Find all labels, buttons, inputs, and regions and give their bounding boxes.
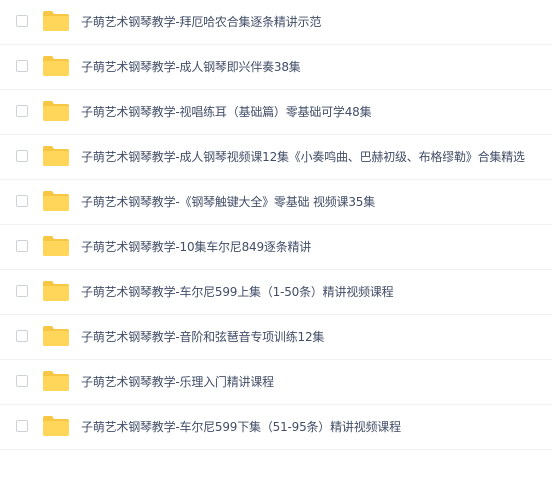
file-row[interactable]: 子萌艺术钢琴教学-10集车尔尼849逐条精讲	[0, 225, 552, 270]
file-name[interactable]: 子萌艺术钢琴教学-乐理入门精讲课程	[81, 360, 274, 404]
file-row[interactable]: 子萌艺术钢琴教学-拜厄哈农合集逐条精讲示范	[0, 0, 552, 45]
file-row[interactable]: 子萌艺术钢琴教学-成人钢琴视频课12集《小奏鸣曲、巴赫初级、布格缪勒》合集精选	[0, 135, 552, 180]
folder-icon	[43, 236, 69, 256]
row-checkbox[interactable]	[16, 285, 28, 297]
row-checkbox[interactable]	[16, 60, 28, 72]
file-name[interactable]: 子萌艺术钢琴教学-10集车尔尼849逐条精讲	[81, 225, 311, 269]
file-row[interactable]: 子萌艺术钢琴教学-成人钢琴即兴伴奏38集	[0, 45, 552, 90]
file-name[interactable]: 子萌艺术钢琴教学-车尔尼599下集（51-95条）精讲视频课程	[81, 405, 401, 449]
file-name[interactable]: 子萌艺术钢琴教学-拜厄哈农合集逐条精讲示范	[81, 0, 321, 44]
row-checkbox[interactable]	[16, 330, 28, 342]
folder-icon	[43, 191, 69, 211]
file-row[interactable]: 子萌艺术钢琴教学-视唱练耳（基础篇）零基础可学48集	[0, 90, 552, 135]
file-name[interactable]: 子萌艺术钢琴教学-音阶和弦琶音专项训练12集	[81, 315, 324, 359]
row-checkbox[interactable]	[16, 15, 28, 27]
file-name[interactable]: 子萌艺术钢琴教学-车尔尼599上集（1-50条）精讲视频课程	[81, 270, 394, 314]
row-checkbox[interactable]	[16, 240, 28, 252]
folder-icon	[43, 416, 69, 436]
folder-icon	[43, 101, 69, 121]
file-name[interactable]: 子萌艺术钢琴教学-视唱练耳（基础篇）零基础可学48集	[81, 90, 372, 134]
folder-icon	[43, 146, 69, 166]
row-checkbox[interactable]	[16, 375, 28, 387]
file-row[interactable]: 子萌艺术钢琴教学-乐理入门精讲课程	[0, 360, 552, 405]
folder-icon	[43, 56, 69, 76]
row-checkbox[interactable]	[16, 420, 28, 432]
folder-icon	[43, 326, 69, 346]
file-row[interactable]: 子萌艺术钢琴教学-《钢琴触键大全》零基础 视频课35集	[0, 180, 552, 225]
folder-icon	[43, 281, 69, 301]
folder-icon	[43, 371, 69, 391]
row-checkbox[interactable]	[16, 150, 28, 162]
file-list: 子萌艺术钢琴教学-拜厄哈农合集逐条精讲示范 子萌艺术钢琴教学-成人钢琴即兴伴奏3…	[0, 0, 552, 450]
folder-icon	[43, 11, 69, 31]
row-checkbox[interactable]	[16, 195, 28, 207]
file-name[interactable]: 子萌艺术钢琴教学-成人钢琴视频课12集《小奏鸣曲、巴赫初级、布格缪勒》合集精选	[81, 135, 525, 179]
row-checkbox[interactable]	[16, 105, 28, 117]
file-row[interactable]: 子萌艺术钢琴教学-车尔尼599下集（51-95条）精讲视频课程	[0, 405, 552, 450]
file-row[interactable]: 子萌艺术钢琴教学-音阶和弦琶音专项训练12集	[0, 315, 552, 360]
file-name[interactable]: 子萌艺术钢琴教学-《钢琴触键大全》零基础 视频课35集	[81, 180, 375, 224]
file-row[interactable]: 子萌艺术钢琴教学-车尔尼599上集（1-50条）精讲视频课程	[0, 270, 552, 315]
file-name[interactable]: 子萌艺术钢琴教学-成人钢琴即兴伴奏38集	[81, 45, 301, 89]
